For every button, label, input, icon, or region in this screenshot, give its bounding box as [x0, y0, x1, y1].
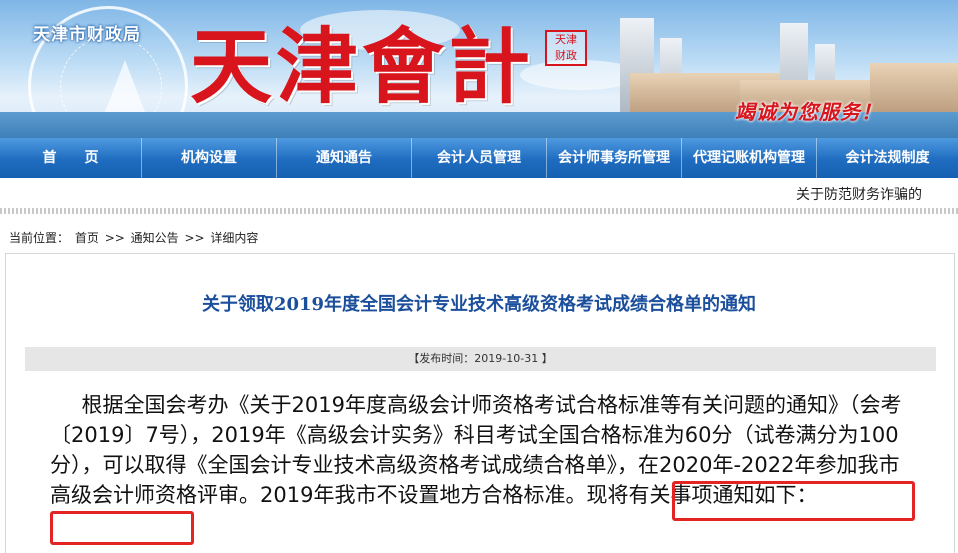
- breadcrumb-separator: >>: [104, 231, 125, 245]
- breadcrumb-notices-link[interactable]: 通知公告: [131, 231, 179, 245]
- seal-line: 天津: [555, 33, 577, 46]
- highlighted-text: 2019年我市不设置地方合格标准。: [260, 483, 587, 507]
- nav-item-firm-management[interactable]: 会计师事务所管理: [547, 138, 682, 178]
- seal-stamp: 天津 财政: [545, 30, 587, 66]
- publish-time: 【发布时间：2019-10-31 】: [408, 352, 553, 365]
- nav-item-bookkeeping-agencies[interactable]: 代理记账机构管理: [682, 138, 817, 178]
- breadcrumb-separator: >>: [184, 231, 205, 245]
- article-title: 关于领取2019年度全国会计专业技术高级资格考试成绩合格单的通知: [201, 294, 757, 315]
- nav-item-organization[interactable]: 机构设置: [142, 138, 277, 178]
- dotted-divider: [0, 208, 958, 214]
- site-logo-title: 天津會計: [190, 19, 535, 115]
- breadcrumb: 当前位置： 首页 >> 通知公告 >> 详细内容: [9, 229, 260, 246]
- publish-time-bar: 【发布时间：2019-10-31 】: [25, 347, 936, 371]
- bureau-name: 天津市财政局: [33, 25, 141, 45]
- highlight-box-annotation: [50, 511, 194, 545]
- header-banner: 天津市财政局 天津會計 天津 财政 竭诚为您服务！: [0, 0, 958, 138]
- main-nav: 首 页 机构设置 通知通告 会计人员管理 会计师事务所管理 代理记账机构管理 会…: [0, 138, 958, 178]
- nav-item-notices[interactable]: 通知通告: [277, 138, 412, 178]
- ticker-link[interactable]: 关于防范财务诈骗的: [796, 184, 922, 204]
- breadcrumb-home-link[interactable]: 首页: [75, 231, 99, 245]
- breadcrumb-current: 详细内容: [210, 231, 259, 245]
- highlight-box-annotation: [672, 481, 915, 521]
- slogan: 竭诚为您服务！: [735, 100, 882, 124]
- news-ticker: 关于防范财务诈骗的: [0, 178, 958, 208]
- nav-item-accountant-management[interactable]: 会计人员管理: [412, 138, 547, 178]
- nav-item-regulations[interactable]: 会计法规制度: [817, 138, 958, 178]
- nav-item-home[interactable]: 首 页: [0, 138, 142, 178]
- seal-line: 财政: [555, 49, 577, 62]
- breadcrumb-prefix: 当前位置：: [9, 231, 70, 245]
